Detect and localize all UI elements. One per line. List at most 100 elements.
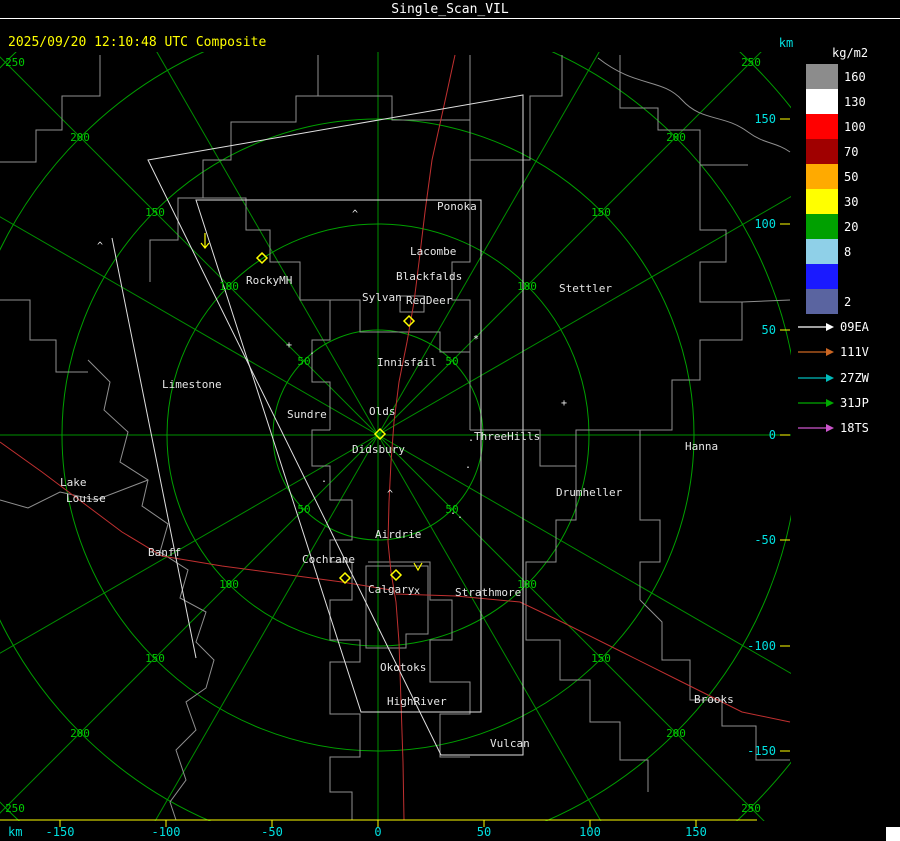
- right-axis-label: -150: [747, 744, 776, 758]
- town-marker: .: [465, 460, 471, 471]
- colorbar-label: 70: [844, 145, 858, 159]
- colorbar-label: 20: [844, 220, 858, 234]
- range-ring-label: 50: [297, 503, 310, 516]
- bottom-axis-label: 0: [374, 825, 381, 839]
- range-ring-label: 50: [297, 355, 310, 368]
- city-label: Blackfalds: [396, 270, 462, 283]
- bottom-axis-label: -100: [152, 825, 181, 839]
- city-label: Louise: [66, 492, 106, 505]
- town-marker: +: [561, 398, 567, 409]
- scan-timestamp: 2025/09/20 12:10:48 UTC Composite: [8, 35, 266, 50]
- radar-app-window: Single_Scan_VIL 2025/09/20 12:10:48 UTC …: [0, 0, 900, 841]
- town-marker: ^: [352, 209, 358, 220]
- city-label: Lake: [60, 476, 87, 489]
- colorbar-label: 100: [844, 120, 866, 134]
- city-label: ThreeHills: [474, 430, 540, 443]
- colorbar-swatch: [806, 139, 838, 164]
- range-ring-label: 200: [70, 131, 90, 144]
- city-label: HighRiver: [387, 695, 447, 708]
- colorbar-swatch: [806, 89, 838, 114]
- bottom-axis-label: 100: [579, 825, 601, 839]
- resize-grip[interactable]: [886, 827, 900, 841]
- city-label: Calgary: [368, 583, 415, 596]
- right-axis-label: 100: [754, 217, 776, 231]
- range-ring-label: 100: [219, 578, 239, 591]
- city-label: Hanna: [685, 440, 718, 453]
- town-marker: *: [473, 334, 479, 345]
- city-label: Olds: [369, 405, 396, 418]
- colorbar-swatch: [806, 239, 838, 264]
- right-axis-label: 0: [769, 428, 776, 442]
- radar-id-label: 27ZW: [840, 371, 870, 385]
- radar-id-label: 18TS: [840, 421, 869, 435]
- radar-map: ^ ^ + . * + . . . . ^ x . Ponoka Lacombe…: [0, 52, 791, 821]
- city-label: Vulcan: [490, 737, 530, 750]
- colorbar-swatch: [806, 214, 838, 239]
- colorbar-swatch: [806, 64, 838, 89]
- city-label: Banff: [148, 546, 181, 559]
- radar-id-label: 111V: [840, 345, 869, 359]
- city-label: Limestone: [162, 378, 222, 391]
- bottom-axis-unit: km: [8, 825, 22, 839]
- colorbar-label: 160: [844, 70, 866, 84]
- range-ring-label: 150: [591, 206, 611, 219]
- colorbar-label: 8: [844, 245, 851, 259]
- range-ring-label: 200: [70, 727, 90, 740]
- city-label: Innisfail: [377, 356, 437, 369]
- city-label: Sundre: [287, 408, 327, 421]
- range-ring-label: 50: [445, 355, 458, 368]
- bottom-axis-label: -150: [46, 825, 75, 839]
- city-label: Strathmore: [455, 586, 521, 599]
- colorbar-label: 2: [844, 295, 851, 309]
- city-label: Sylvan: [362, 291, 402, 304]
- colorbar-swatch: [806, 164, 838, 189]
- city-label: Lacombe: [410, 245, 456, 258]
- radar-id-label: 31JP: [840, 396, 869, 410]
- right-axis-label: 50: [762, 323, 776, 337]
- range-ring-label: 250: [5, 56, 25, 69]
- bottom-axis-label: -50: [261, 825, 283, 839]
- range-ring-label: 250: [5, 802, 25, 815]
- range-ring-label: 150: [145, 206, 165, 219]
- colorbar-swatch: [806, 264, 838, 289]
- colorbar-title: kg/m2: [832, 46, 868, 60]
- bottom-axis-label: 50: [477, 825, 491, 839]
- colorbar-swatch: [806, 289, 838, 314]
- range-ring-label: 250: [741, 56, 761, 69]
- bottom-axis-label: 150: [685, 825, 707, 839]
- city-label: Okotoks: [380, 661, 426, 674]
- town-marker: +: [286, 340, 292, 351]
- city-label: Ponoka: [437, 200, 477, 213]
- range-ring-label: 250: [741, 802, 761, 815]
- city-label: Didsbury: [352, 443, 405, 456]
- range-ring-label: 100: [219, 280, 239, 293]
- town-marker: .: [321, 474, 327, 485]
- range-ring-label: 150: [145, 652, 165, 665]
- range-ring-label: 100: [517, 280, 537, 293]
- city-label: Cochrane: [302, 553, 355, 566]
- right-axis-label: -100: [747, 639, 776, 653]
- vertical-axis-unit: km: [779, 36, 793, 50]
- range-ring-label: 150: [591, 652, 611, 665]
- colorbar-swatch: [806, 114, 838, 139]
- window-title: Single_Scan_VIL: [391, 2, 509, 17]
- colorbar-label: 50: [844, 170, 858, 184]
- radar-id-label: 09EA: [840, 320, 870, 334]
- city-label: Brooks: [694, 693, 734, 706]
- right-axis-label: 150: [754, 112, 776, 126]
- city-label: RockyMH: [246, 274, 292, 287]
- right-axis-label: -50: [754, 533, 776, 547]
- range-ring-label: 200: [666, 727, 686, 740]
- colorbar-label: 130: [844, 95, 866, 109]
- town-marker: ^: [97, 241, 103, 252]
- range-ring-label: 50: [445, 503, 458, 516]
- town-marker: x: [414, 586, 420, 597]
- range-ring-label: 200: [666, 131, 686, 144]
- city-label: Airdrie: [375, 528, 421, 541]
- range-ring-label: 100: [517, 578, 537, 591]
- colorbar-swatch: [806, 189, 838, 214]
- colorbar-label: 30: [844, 195, 858, 209]
- town-marker: ^: [387, 489, 393, 500]
- city-label: RedDeer: [406, 294, 453, 307]
- city-label: Stettler: [559, 282, 612, 295]
